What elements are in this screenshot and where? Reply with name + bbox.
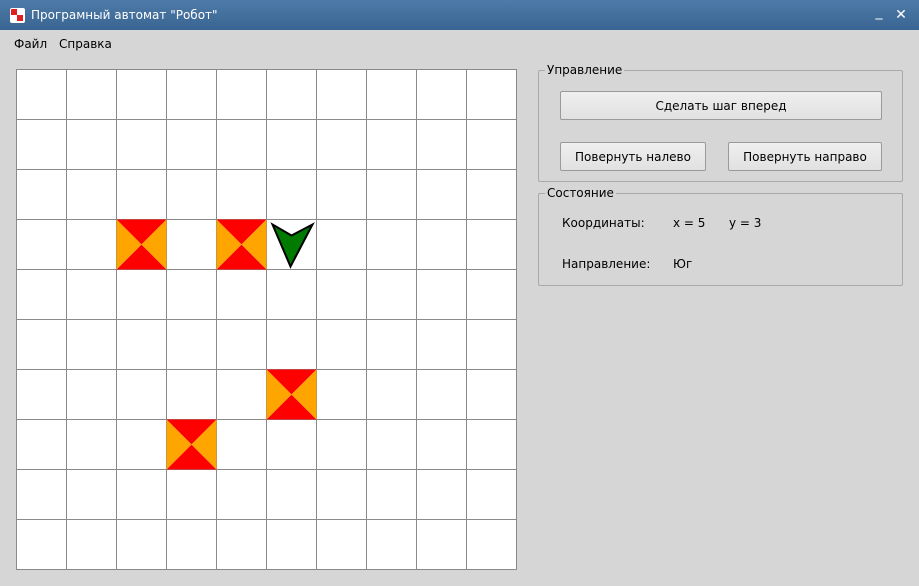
- minimize-icon[interactable]: _: [871, 4, 887, 20]
- menu-help[interactable]: Справка: [59, 37, 112, 51]
- wall-block: [116, 219, 167, 270]
- wall-block: [166, 419, 217, 470]
- direction-value: Юг: [673, 257, 693, 271]
- turn-right-button[interactable]: Повернуть направо: [728, 142, 882, 171]
- x-coordinate-value: x = 5: [673, 216, 706, 230]
- title-bar: Програмный автомат "Робот" _ ✕: [0, 0, 919, 30]
- state-group: Состояние Координаты: x = 5 y = 3 Направ…: [538, 186, 903, 286]
- window-title: Програмный автомат "Робот": [31, 8, 218, 22]
- wall-block: [216, 219, 267, 270]
- controls-group: Управление Сделать шаг вперед Повернуть …: [538, 63, 903, 182]
- y-coordinate-value: y = 3: [729, 216, 762, 230]
- turn-left-button[interactable]: Повернуть налево: [560, 142, 706, 171]
- wall-block: [266, 369, 317, 420]
- controls-legend: Управление: [545, 63, 625, 77]
- menu-file[interactable]: Файл: [14, 37, 47, 51]
- robot-field[interactable]: [16, 69, 517, 571]
- menu-bar: Файл Справка: [0, 30, 919, 58]
- direction-label: Направление:: [562, 257, 651, 271]
- step-forward-button[interactable]: Сделать шаг вперед: [560, 91, 882, 120]
- state-legend: Состояние: [545, 186, 616, 200]
- coordinates-label: Координаты:: [562, 216, 645, 230]
- close-icon[interactable]: ✕: [893, 7, 909, 23]
- app-icon: [10, 8, 25, 23]
